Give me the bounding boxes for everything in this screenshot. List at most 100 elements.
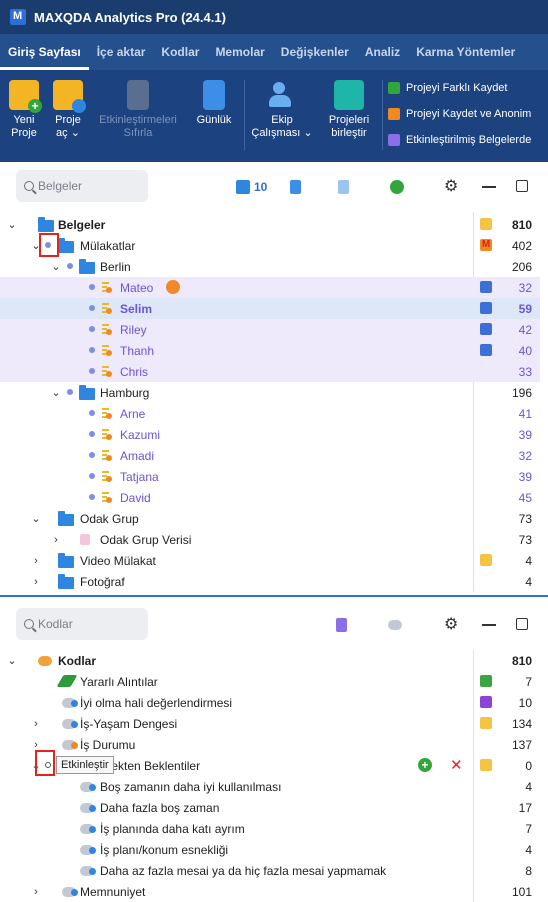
tree-row-chris[interactable]: Chris 33 [0,361,540,382]
chevron-down-icon[interactable]: ⌄ [6,218,18,231]
tree-row-thanh[interactable]: Thanh 40 [0,340,540,361]
memo-icon[interactable] [480,759,492,771]
tree-row-tatjana[interactable]: Tatjana 39 [0,466,540,487]
tree-row-kazumi[interactable]: Kazumi 39 [0,424,540,445]
tree-row-interviews[interactable]: ⌄ Mülakatlar M 402 [0,235,540,256]
memo-icon[interactable] [480,323,492,335]
code-row-satisfaction[interactable]: › Memnuniyet 101 [0,881,540,902]
memo-icon[interactable] [480,281,492,293]
text-document-icon [101,323,112,335]
add-icon[interactable] [390,180,404,194]
memo-icon[interactable] [480,302,492,314]
tree-row-selim[interactable]: Selim 59 [0,298,540,319]
new-project-button[interactable]: + Yeni Proje [6,80,42,140]
activation-dot-icon[interactable] [89,305,95,311]
memo-m-icon[interactable]: M [480,239,492,251]
logbook-button[interactable]: Günlük [192,80,236,127]
merge-projects-button[interactable]: Projeleri birleştir [320,80,378,140]
activation-dot-icon[interactable] [89,494,95,500]
activation-dot-icon[interactable] [89,431,95,437]
copy-icon[interactable] [338,180,349,194]
chevron-down-icon[interactable]: ⌄ [30,512,42,525]
code-row-root[interactable]: ⌄ Kodlar 810 [0,650,540,671]
panel-splitter[interactable] [0,592,548,600]
chevron-down-icon[interactable]: ⌄ [6,654,18,667]
activation-dot-icon[interactable] [89,284,95,290]
chevron-right-icon[interactable]: › [30,718,42,730]
activation-dot-icon[interactable] [67,263,73,269]
activation-dot-icon[interactable] [67,389,73,395]
codes-search-input[interactable]: Kodlar [16,608,148,640]
tab-import[interactable]: İçe aktar [89,34,154,70]
activation-dot-icon[interactable] [89,452,95,458]
import-codes-icon[interactable] [336,618,347,632]
tree-row-hamburg[interactable]: ⌄ Hamburg 196 [0,382,540,403]
open-project-button[interactable]: Proje aç ⌄ [48,80,88,140]
code-row-better-leisure[interactable]: Boş zamanın daha iyi kullanılması 4 [0,776,540,797]
tab-variables[interactable]: Değişkenler [273,34,357,70]
activated-documents-icon[interactable] [236,180,250,194]
tree-row-amadi[interactable]: Amadi 32 [0,445,540,466]
activation-dot-icon[interactable] [89,368,95,374]
gear-icon[interactable]: ⚙ [444,179,458,195]
undock-icon[interactable] [516,180,528,192]
tree-row-david[interactable]: David 45 [0,487,540,508]
teamwork-button[interactable]: Ekip Çalışması ⌄ [250,80,314,140]
activation-dot-icon[interactable] [89,347,95,353]
import-document-icon[interactable] [290,180,301,194]
chevron-down-icon[interactable]: ⌄ [50,260,62,273]
play-icon[interactable] [166,280,180,294]
code-row-flexibility[interactable]: İş planı/konum esnekliği 4 [0,839,540,860]
tree-row-riley[interactable]: Riley 42 [0,319,540,340]
code-row-more-free-time[interactable]: Daha fazla boş zaman 17 [0,797,540,818]
chevron-right-icon[interactable]: › [50,534,62,546]
chevron-right-icon[interactable]: › [30,886,42,898]
memo-icon[interactable] [480,218,492,230]
memo-icon[interactable] [480,675,492,687]
tab-codes[interactable]: Kodlar [153,34,207,70]
chevron-down-icon[interactable]: ⌄ [50,386,62,399]
activation-dot-icon[interactable] [89,473,95,479]
tree-row-photo[interactable]: › Fotoğraf 4 [0,571,540,592]
new-code-icon[interactable] [388,620,402,630]
save-anonymized-button[interactable]: Projeyi Kaydet ve Anonim [388,108,531,120]
ribbon: + Yeni Proje Proje aç ⌄ Etkinleştirmeler… [0,70,548,162]
undock-icon[interactable] [516,618,528,630]
minimize-icon[interactable] [482,624,496,626]
tree-row-arne[interactable]: Arne 41 [0,403,540,424]
code-row-job-status[interactable]: › İş Durumu 137 [0,734,540,755]
code-row-useful-quotes[interactable]: Yararlı Alıntılar 7 [0,671,540,692]
memo-icon[interactable] [480,696,492,708]
memo-icon[interactable] [480,554,492,566]
tab-memos[interactable]: Memolar [207,34,272,70]
activation-dot-icon[interactable] [89,326,95,332]
tab-home[interactable]: Giriş Sayfası [0,34,89,70]
tree-row-berlin[interactable]: ⌄ Berlin 206 [0,256,540,277]
chevron-right-icon[interactable]: › [30,576,42,588]
activation-dot-icon[interactable] [89,410,95,416]
tree-row-mateo[interactable]: Mateo 32 [0,277,540,298]
code-row-stricter-separation[interactable]: İş planında daha katı ayrım 7 [0,818,540,839]
tab-analysis[interactable]: Analiz [357,34,408,70]
tree-row-documents-root[interactable]: ⌄ Belgeler 810 [0,214,540,235]
chevron-right-icon[interactable]: › [30,555,42,567]
add-icon[interactable]: + [418,758,432,772]
memo-icon[interactable] [480,717,492,729]
anonymize-icon [388,108,400,120]
minimize-icon[interactable] [482,186,496,188]
memo-icon[interactable] [480,344,492,356]
tree-row-video-interview[interactable]: › Video Mülakat 4 [0,550,540,571]
code-row-work-life-balance[interactable]: › İş-Yaşam Dengesi 134 [0,713,540,734]
code-row-wellbeing[interactable]: İyi olma hali değerlendirmesi 10 [0,692,540,713]
close-icon[interactable]: ✕ [450,756,463,774]
save-as-button[interactable]: Projeyi Farklı Kaydet [388,82,507,94]
code-row-less-overtime[interactable]: Daha az fazla mesai ya da hiç fazla mesa… [0,860,540,881]
chevron-right-icon[interactable]: › [30,739,42,751]
gear-icon[interactable]: ⚙ [444,617,458,633]
tab-mixed-methods[interactable]: Karma Yöntemler [408,34,523,70]
tree-row-focus-group-data[interactable]: › Odak Grup Verisi 73 [0,529,540,550]
documents-search-input[interactable]: Belgeler [16,170,148,202]
tree-row-focus-group[interactable]: ⌄ Odak Grup 73 [0,508,540,529]
activated-documents-button[interactable]: Etkinleştirilmiş Belgelerde [388,134,531,146]
reset-activations-button[interactable]: Etkinleştirmeleri Sıfırla [92,80,184,140]
